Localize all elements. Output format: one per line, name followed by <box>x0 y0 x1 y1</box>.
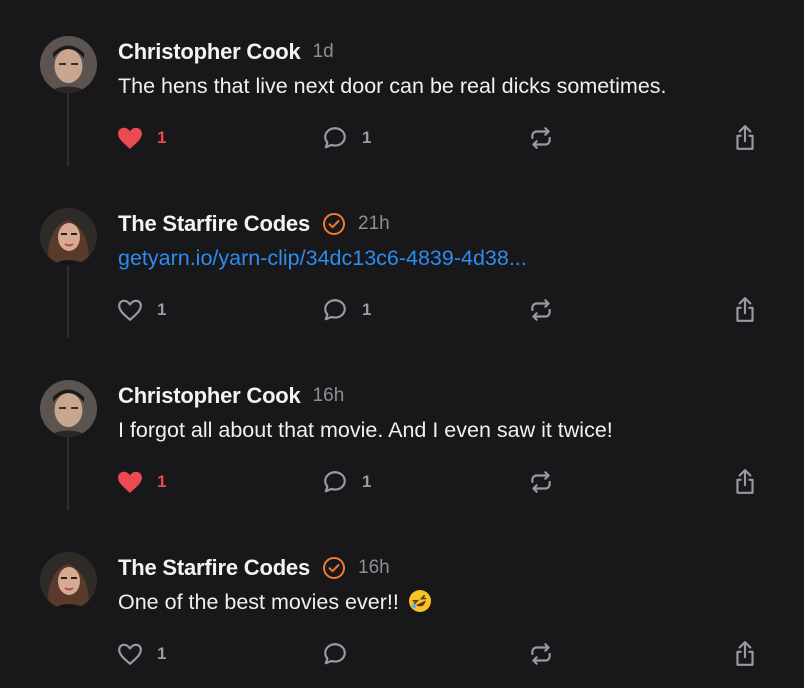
repost-button[interactable] <box>528 122 554 154</box>
reply-count: 1 <box>362 300 372 319</box>
post-body: One of the best movies ever!! <box>118 590 431 615</box>
reply-bubble-icon <box>324 299 346 321</box>
verified-badge-icon <box>323 557 346 579</box>
share-button[interactable] <box>733 466 757 498</box>
share-button[interactable] <box>733 122 757 154</box>
like-count: 1 <box>157 472 167 491</box>
post-actions: 1 1 <box>0 122 804 154</box>
avatar-christopher-cook[interactable] <box>40 36 97 93</box>
share-icon <box>736 125 754 150</box>
reply-button[interactable]: 1 <box>322 294 371 326</box>
repost-button[interactable] <box>528 294 554 326</box>
verified-badge-icon <box>323 213 346 235</box>
share-button[interactable] <box>733 638 757 670</box>
repost-icon <box>531 127 551 149</box>
author-name[interactable]: The Starfire Codes <box>118 211 310 237</box>
reply-button[interactable]: 1 <box>322 122 371 154</box>
reply-button[interactable] <box>322 638 348 670</box>
post-time[interactable]: 16h <box>313 385 345 407</box>
reply-button[interactable]: 1 <box>322 466 371 498</box>
share-icon <box>736 641 754 666</box>
like-button[interactable]: 1 <box>117 638 166 670</box>
like-count: 1 <box>157 300 167 319</box>
post-text: I forgot all about that movie. And I eve… <box>118 418 613 442</box>
repost-icon <box>531 471 551 493</box>
post-3[interactable]: Christopher Cook 16h I forgot all about … <box>0 344 804 516</box>
post-text: The hens that live next door can be real… <box>118 74 667 98</box>
share-icon <box>736 297 754 322</box>
author-name[interactable]: The Starfire Codes <box>118 555 310 581</box>
rolling-on-floor-laughing-emoji-icon <box>408 590 431 612</box>
heart-outline-icon <box>118 299 142 321</box>
reply-count: 1 <box>362 128 372 147</box>
post-time[interactable]: 1d <box>313 41 334 63</box>
avatar-christopher-cook[interactable] <box>40 380 97 437</box>
reply-bubble-icon <box>324 643 346 665</box>
post-time[interactable]: 16h <box>358 557 390 579</box>
share-button[interactable] <box>733 294 757 326</box>
reply-count: 1 <box>362 472 372 491</box>
post-2[interactable]: The Starfire Codes 21h getyarn.io/yarn-c… <box>0 172 804 344</box>
like-button[interactable]: 1 <box>117 294 166 326</box>
post-actions: 1 1 <box>0 294 804 326</box>
post-4[interactable]: The Starfire Codes 16h One of the best m… <box>0 516 804 688</box>
like-button[interactable]: 1 <box>117 122 166 154</box>
post-text: One of the best movies ever!! <box>118 590 399 614</box>
post-1[interactable]: Christopher Cook 1d The hens that live n… <box>0 0 804 172</box>
repost-button[interactable] <box>528 638 554 670</box>
post-actions: 1 <box>0 638 804 670</box>
repost-button[interactable] <box>528 466 554 498</box>
avatar-the-starfire-codes[interactable] <box>40 552 97 609</box>
heart-filled-icon <box>118 471 142 493</box>
post-time[interactable]: 21h <box>358 213 390 235</box>
repost-icon <box>531 299 551 321</box>
author-name[interactable]: Christopher Cook <box>118 39 301 65</box>
like-count: 1 <box>157 644 167 663</box>
like-count: 1 <box>157 128 167 147</box>
like-button[interactable]: 1 <box>117 466 166 498</box>
reply-bubble-icon <box>324 471 346 493</box>
post-link[interactable]: getyarn.io/yarn-clip/34dc13c6-4839-4d38.… <box>118 246 527 271</box>
repost-icon <box>531 643 551 665</box>
heart-filled-icon <box>118 127 142 149</box>
post-actions: 1 1 <box>0 466 804 498</box>
heart-outline-icon <box>118 643 142 665</box>
share-icon <box>736 469 754 494</box>
author-name[interactable]: Christopher Cook <box>118 383 301 409</box>
avatar-the-starfire-codes[interactable] <box>40 208 97 265</box>
reply-bubble-icon <box>324 127 346 149</box>
